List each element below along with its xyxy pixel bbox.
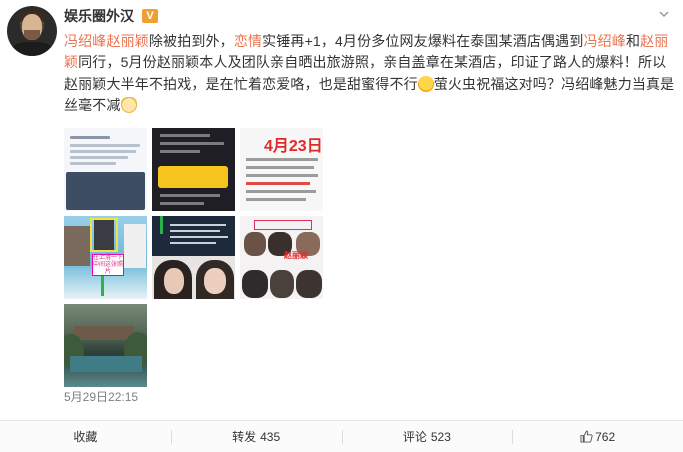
laugh-emoji-icon: [417, 75, 434, 92]
post-segment[interactable]: 恋情: [234, 33, 262, 49]
verified-badge-icon: V: [142, 9, 158, 23]
chevron-down-icon[interactable]: [659, 9, 669, 19]
repost-label: 转发: [232, 430, 257, 444]
post-image-7[interactable]: [64, 304, 147, 387]
comment-button[interactable]: 评论 523: [341, 421, 513, 452]
post-image-4[interactable]: 往上滑一下中间这张照片: [64, 216, 147, 299]
post-image-2[interactable]: [152, 128, 235, 211]
post-image-3[interactable]: 4月23日: [240, 128, 323, 211]
author-avatar[interactable]: [7, 6, 57, 56]
image-annotation: 往上滑一下中间这张照片: [92, 254, 124, 276]
collect-label: 收藏: [73, 430, 98, 444]
post-image-1[interactable]: [64, 128, 147, 211]
image-date-label: 4月23日: [264, 138, 323, 155]
post-segment: 除被拍到外，: [148, 33, 234, 49]
post-segment[interactable]: 冯绍峰赵丽颖: [64, 33, 149, 49]
image-annotation: 赵丽颖: [284, 251, 308, 260]
repost-count: 435: [260, 429, 281, 444]
collect-button[interactable]: 收藏: [0, 421, 171, 452]
post-header: 娱乐圈外汉 V: [64, 7, 158, 25]
comment-label: 评论: [402, 430, 427, 444]
post-segment: 和: [625, 33, 641, 49]
like-count: 762: [595, 429, 616, 444]
post-text: 冯绍峰赵丽颖除被拍到外，恋情实锤再+1，4月份多位网友爆料在泰国某酒店偶遇到冯绍…: [64, 31, 676, 117]
comment-count: 523: [430, 429, 451, 444]
post-action-bar: 收藏 转发 435 评论 523 762: [0, 420, 683, 452]
post-segment[interactable]: 冯绍峰: [583, 33, 625, 49]
post-image-6[interactable]: 赵丽颖: [240, 216, 323, 299]
author-name[interactable]: 娱乐圈外汉: [64, 6, 134, 26]
thumbs-up-icon: [580, 430, 593, 443]
post-image-5[interactable]: [152, 216, 235, 299]
cat-emoji-icon: [120, 97, 137, 114]
like-button[interactable]: 762: [512, 421, 683, 452]
repost-button[interactable]: 转发 435: [170, 421, 342, 452]
post-segment: 实锤再+1，4月份多位网友爆料在泰国某酒店偶遇到: [262, 33, 584, 49]
post-timestamp[interactable]: 5月29日22:15: [64, 388, 138, 405]
